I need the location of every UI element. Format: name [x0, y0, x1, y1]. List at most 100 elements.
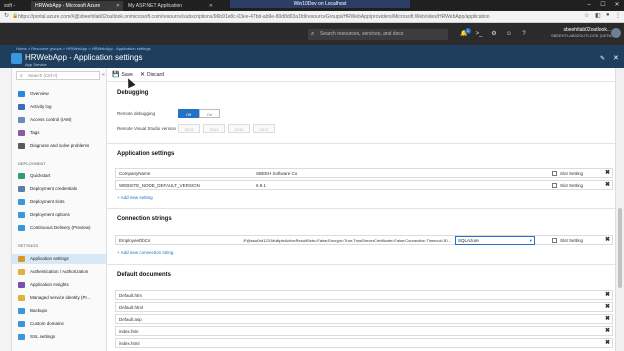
star-icon[interactable]: ☆	[584, 12, 589, 19]
delete-icon[interactable]: ✖	[605, 315, 610, 324]
close-icon[interactable]: ✕	[209, 1, 213, 11]
document-name[interactable]: index.htm	[119, 327, 419, 336]
sidebar-item-deployment-credentials[interactable]: Deployment credentials	[12, 184, 106, 194]
sidebar-item-activity-log[interactable]: Activity log	[12, 102, 106, 112]
connection-string-row: EmployeeDbCs ...P@ssw0rd123;MultipleActi…	[115, 235, 613, 245]
add-connection-string-link[interactable]: + Add new connection string	[117, 250, 173, 255]
remote-debugging-on[interactable]: On	[199, 109, 220, 118]
browser-tab-active[interactable]: HRWebApp - Microsoft Azure ✕	[31, 1, 123, 11]
url-field[interactable]: https://portal.azure.com/#@sbeehtlab02ou…	[18, 13, 578, 21]
scrollbar[interactable]	[615, 68, 624, 351]
search-icon: ⌕	[311, 31, 315, 37]
access-control-icon	[18, 117, 25, 123]
global-search-input[interactable]: ⌕ Search resources, services, and docs	[308, 29, 448, 40]
document-name[interactable]: index.html	[119, 339, 419, 348]
connection-value[interactable]: ...P@ssw0rd123;MultipleActiveResultSets=…	[228, 236, 451, 245]
extension-icon[interactable]: ◧	[595, 12, 601, 19]
sidebar-item-ssl-settings[interactable]: SSL settings	[12, 332, 106, 342]
setting-name[interactable]: CompanyName	[119, 169, 254, 178]
close-icon[interactable]: ✕	[613, 54, 619, 62]
browser-tab[interactable]: soft -	[0, 1, 30, 11]
setting-name[interactable]: WEBSITE_NODE_DEFAULT_VERSION	[119, 181, 254, 190]
discard-label: Discard	[147, 72, 164, 78]
refresh-icon[interactable]: ↻	[4, 12, 9, 19]
avatar[interactable]	[611, 28, 621, 38]
sidebar-item-custom-domains[interactable]: Custom domains	[12, 319, 106, 329]
delete-icon[interactable]: ✖	[605, 236, 610, 245]
discard-button[interactable]: ✕ Discard	[140, 71, 164, 78]
ssl-icon	[18, 334, 25, 340]
pin-icon[interactable]: ✎	[600, 55, 605, 62]
vs-version-2017[interactable]: 2017	[253, 124, 275, 133]
divider	[107, 208, 615, 209]
slot-setting-checkbox[interactable]	[552, 183, 557, 188]
document-name[interactable]: Default.asp	[119, 315, 419, 324]
connection-type-select[interactable]: SQLAzure ▾	[455, 236, 535, 245]
slot-setting-checkbox[interactable]	[552, 238, 557, 243]
menu-icon[interactable]: ⋮	[615, 12, 621, 19]
maximize-icon[interactable]: ☐	[596, 0, 610, 11]
delete-icon[interactable]: ✖	[605, 339, 610, 348]
close-window-icon[interactable]: ✕	[610, 0, 624, 11]
browser-tab[interactable]: My ASP.NET Application ✕	[124, 1, 216, 11]
sidebar-item-tags[interactable]: Tags	[12, 128, 106, 138]
document-name[interactable]: Default.html	[119, 303, 419, 312]
user-icon[interactable]: ●	[606, 12, 610, 18]
vs-version-2015[interactable]: 2015	[228, 124, 250, 133]
sidebar-item-backups[interactable]: Backups	[12, 306, 106, 316]
setting-value[interactable]: 6.9.1	[256, 181, 546, 190]
sidebar-item-quickstart[interactable]: Quickstart	[12, 171, 106, 181]
divider	[107, 143, 615, 144]
remote-session-title: Win10Dev on Localhost	[230, 0, 410, 8]
sidebar-item-application-settings[interactable]: Application settings	[12, 254, 106, 264]
gear-icon[interactable]: ⚙	[489, 29, 499, 39]
setting-value[interactable]: SBEEH Software Co	[256, 169, 546, 178]
sidebar-item-deployment-options[interactable]: Deployment options	[12, 210, 106, 220]
delete-icon[interactable]: ✖	[605, 303, 610, 312]
slot-setting-label: Slot Setting	[560, 238, 584, 243]
sidebar-item-application-insights[interactable]: Application Insights	[12, 280, 106, 290]
sidebar-item-label: Application settings	[30, 256, 69, 261]
collapse-icon[interactable]: «	[102, 72, 105, 78]
delete-icon[interactable]: ✖	[605, 291, 610, 300]
delete-icon[interactable]: ✖	[605, 169, 610, 178]
section-title-default-documents: Default documents	[117, 272, 172, 278]
sidebar-item-access-control[interactable]: Access control (IAM)	[12, 115, 106, 125]
overview-icon	[18, 91, 25, 97]
deployment-options-icon	[18, 212, 25, 218]
sidebar-item-continuous-delivery[interactable]: Continuous Delivery (Preview)	[12, 223, 106, 233]
help-icon[interactable]: ?	[519, 29, 529, 39]
sidebar-item-authentication[interactable]: Authentication / Authorization	[12, 267, 106, 277]
section-title-debugging: Debugging	[117, 90, 149, 96]
document-name[interactable]: Default.htm	[119, 291, 419, 300]
slot-setting-checkbox[interactable]	[552, 171, 557, 176]
delete-icon[interactable]: ✖	[605, 181, 610, 190]
sidebar-item-managed-identity[interactable]: Managed service identity (Pr...	[12, 293, 106, 303]
left-gutter	[0, 68, 12, 351]
sidebar-item-deployment-slots[interactable]: Deployment slots	[12, 197, 106, 207]
cloud-shell-icon[interactable]: >_	[474, 29, 484, 39]
slot-setting-label: Slot Setting	[560, 171, 584, 176]
connection-name[interactable]: EmployeeDbCs	[119, 236, 219, 245]
sidebar-item-label: Deployment options	[30, 212, 70, 217]
menu-search-input[interactable]: ⌕ Search (Ctrl+/)	[16, 71, 100, 80]
slots-icon	[18, 199, 25, 205]
delete-icon[interactable]: ✖	[605, 327, 610, 336]
vs-version-2013[interactable]: 2013	[203, 124, 225, 133]
smiley-icon[interactable]: ☺	[504, 29, 514, 39]
minimize-icon[interactable]: –	[582, 0, 596, 11]
sidebar-item-diagnose[interactable]: Diagnose and solve problems	[12, 141, 106, 151]
close-icon[interactable]: ✕	[116, 1, 120, 11]
sidebar-item-overview[interactable]: Overview	[12, 89, 106, 99]
scrollbar-thumb[interactable]	[618, 208, 622, 288]
add-setting-link[interactable]: + Add new setting	[117, 195, 153, 200]
sidebar-item-label: Managed service identity (Pr...	[30, 295, 91, 300]
sidebar-item-label: Tags	[30, 130, 40, 135]
search-placeholder: Search (Ctrl+/)	[28, 73, 58, 78]
wrench-icon	[18, 143, 25, 149]
breadcrumb[interactable]: Home > Resource groups > HRWebApp > HRWe…	[16, 46, 151, 51]
vs-version-2012[interactable]: 2012	[178, 124, 200, 133]
remote-debugging-off[interactable]: Off	[178, 109, 199, 118]
account-menu[interactable]: sbeehtlab02outlook... SBEEHTLAB02OUTLOOK…	[551, 27, 615, 39]
key-icon	[18, 269, 25, 275]
